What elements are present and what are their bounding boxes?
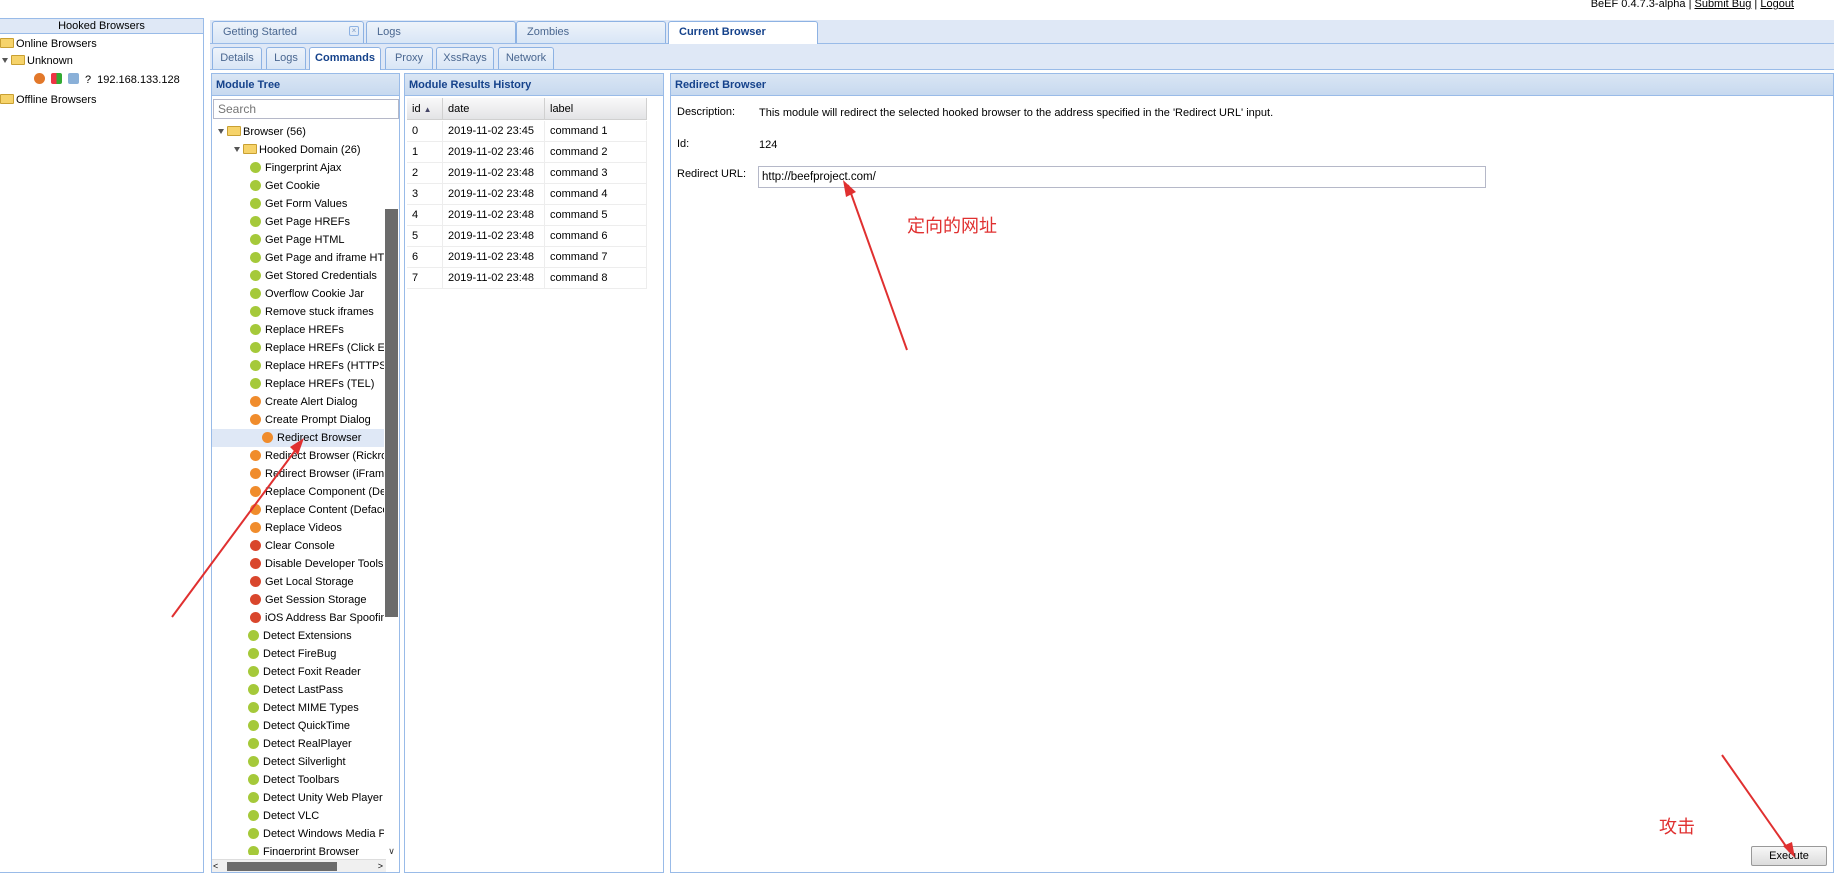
arrowhead-icon [290,438,304,455]
arrow-to-execute [1721,754,1791,853]
arrow-to-redirect-browser [171,443,301,618]
annotation-arrows [171,180,1795,858]
arrowhead-icon [843,180,856,197]
arrow-to-url-input [847,184,908,351]
